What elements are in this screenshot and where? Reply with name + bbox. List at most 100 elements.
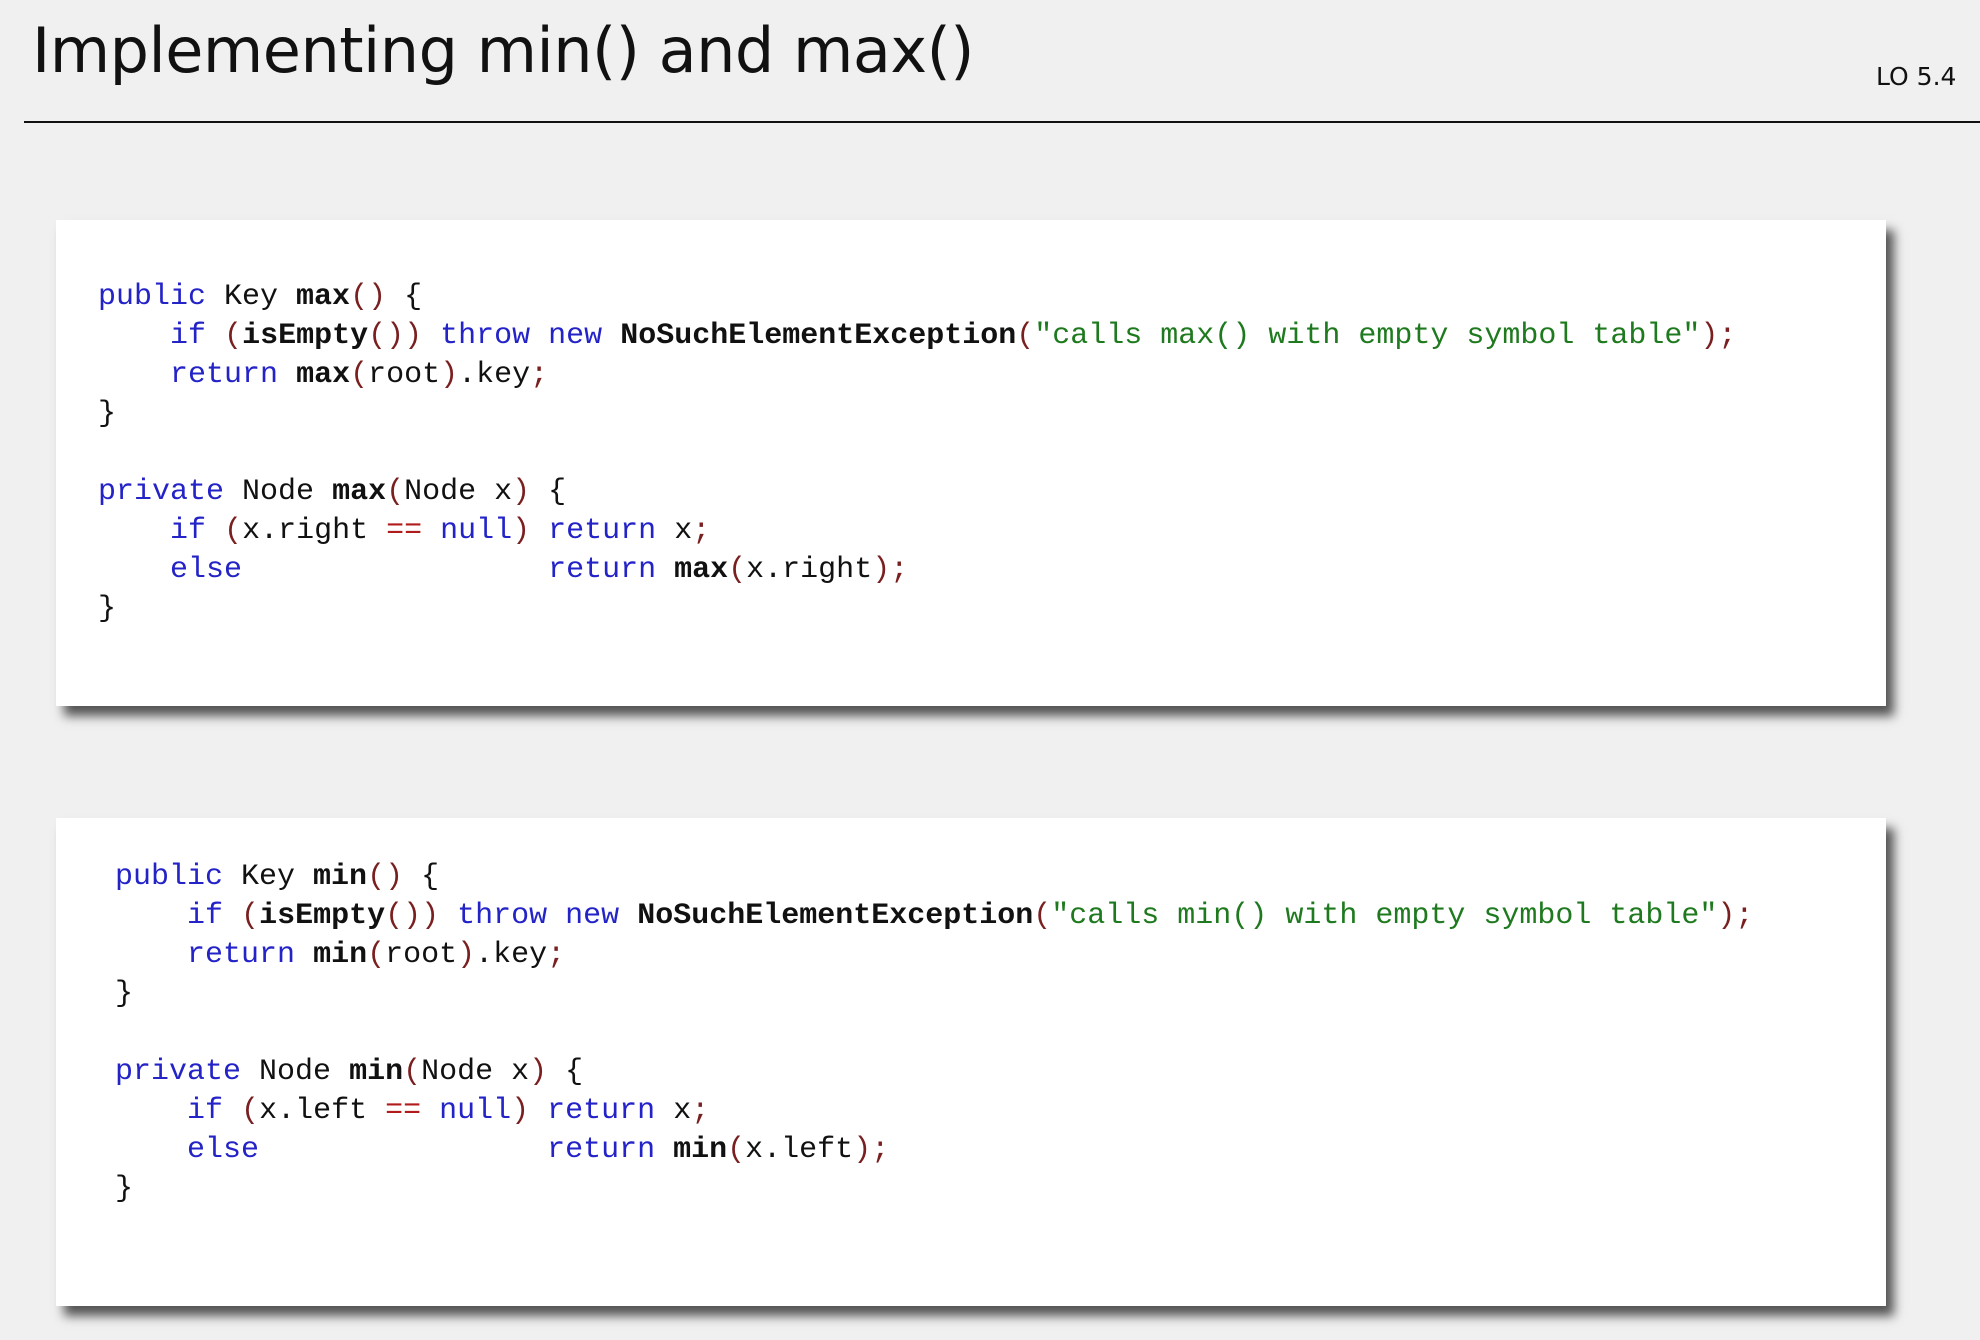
- code-token: }: [98, 592, 117, 626]
- code-token: return: [548, 514, 657, 548]
- code-token: ()): [385, 899, 440, 933]
- code-token: Node: [224, 475, 333, 509]
- code-token: (: [1033, 899, 1052, 933]
- code-token: ;: [692, 514, 711, 548]
- code-line: else return max(x.right);: [98, 551, 1736, 590]
- code-token: public: [98, 280, 207, 314]
- code-token: root: [385, 938, 458, 972]
- code-token: ==: [386, 514, 423, 548]
- code-token: }: [115, 977, 134, 1011]
- code-line: if (isEmpty()) throw new NoSuchElementEx…: [98, 317, 1736, 356]
- code-token: throw: [457, 899, 548, 933]
- code-token: if: [187, 899, 224, 933]
- code-token: .key: [458, 358, 531, 392]
- code-token: min: [313, 860, 368, 894]
- code-line: if (isEmpty()) throw new NoSuchElementEx…: [115, 897, 1753, 936]
- code-token: {: [530, 475, 567, 509]
- code-token: );: [1700, 319, 1737, 353]
- code-line: if (x.right == null) return x;: [98, 512, 1736, 551]
- code-token: }: [115, 1172, 134, 1206]
- code-token: (: [224, 319, 243, 353]
- max-code-panel: public Key max() { if (isEmpty()) throw …: [56, 220, 1886, 706]
- code-line: public Key min() {: [115, 858, 1753, 897]
- code-token: (: [241, 899, 260, 933]
- code-token: private: [98, 475, 225, 509]
- code-token: (: [367, 938, 386, 972]
- code-line: }: [98, 395, 1736, 434]
- code-token: {: [547, 1055, 584, 1089]
- code-token: public: [115, 860, 224, 894]
- code-token: isEmpty: [259, 899, 386, 933]
- code-token: (: [728, 553, 747, 587]
- code-token: (: [241, 1094, 260, 1128]
- code-token: if: [187, 1094, 224, 1128]
- code-token: {: [403, 860, 440, 894]
- code-line: public Key max() {: [98, 278, 1736, 317]
- code-token: Node x: [421, 1055, 530, 1089]
- code-token: (: [386, 475, 405, 509]
- title-divider: [24, 121, 1980, 123]
- code-line: }: [115, 1170, 1753, 1209]
- code-token: ): [529, 1055, 548, 1089]
- code-token: x.left: [745, 1133, 854, 1167]
- code-token: .key: [475, 938, 548, 972]
- code-token: min: [673, 1133, 728, 1167]
- code-line: private Node min(Node x) {: [115, 1053, 1753, 1092]
- code-token: max: [674, 553, 729, 587]
- code-token: (): [367, 860, 404, 894]
- code-token: ): [511, 1094, 530, 1128]
- code-token: else: [170, 553, 243, 587]
- code-token: }: [98, 397, 117, 431]
- code-token: root: [368, 358, 441, 392]
- code-token: "calls max() with empty symbol table": [1034, 319, 1701, 353]
- code-token: );: [853, 1133, 890, 1167]
- code-token: (: [350, 358, 369, 392]
- code-token: ): [512, 514, 531, 548]
- code-line: }: [115, 975, 1753, 1014]
- code-token: ;: [547, 938, 566, 972]
- code-token: NoSuchElementException: [620, 319, 1017, 353]
- code-token: return: [548, 553, 657, 587]
- code-token: return: [547, 1133, 656, 1167]
- code-line: if (x.left == null) return x;: [115, 1092, 1753, 1131]
- code-token: return: [187, 938, 296, 972]
- code-token: ==: [385, 1094, 422, 1128]
- code-token: Key: [223, 860, 314, 894]
- code-token: x.left: [259, 1094, 386, 1128]
- code-token: ;: [530, 358, 549, 392]
- code-line: private Node max(Node x) {: [98, 473, 1736, 512]
- code-token: x: [656, 514, 693, 548]
- code-token: (: [727, 1133, 746, 1167]
- code-token: throw: [440, 319, 531, 353]
- code-token: new: [565, 899, 620, 933]
- code-token: if: [170, 514, 207, 548]
- code-token: NoSuchElementException: [637, 899, 1034, 933]
- code-token: "calls min() with empty symbol table": [1051, 899, 1718, 933]
- code-token: x: [655, 1094, 692, 1128]
- min-code-panel: public Key min() { if (isEmpty()) throw …: [56, 818, 1886, 1306]
- code-token: x.right: [746, 553, 873, 587]
- code-line: else return min(x.left);: [115, 1131, 1753, 1170]
- code-token: {: [386, 280, 423, 314]
- code-token: min: [313, 938, 368, 972]
